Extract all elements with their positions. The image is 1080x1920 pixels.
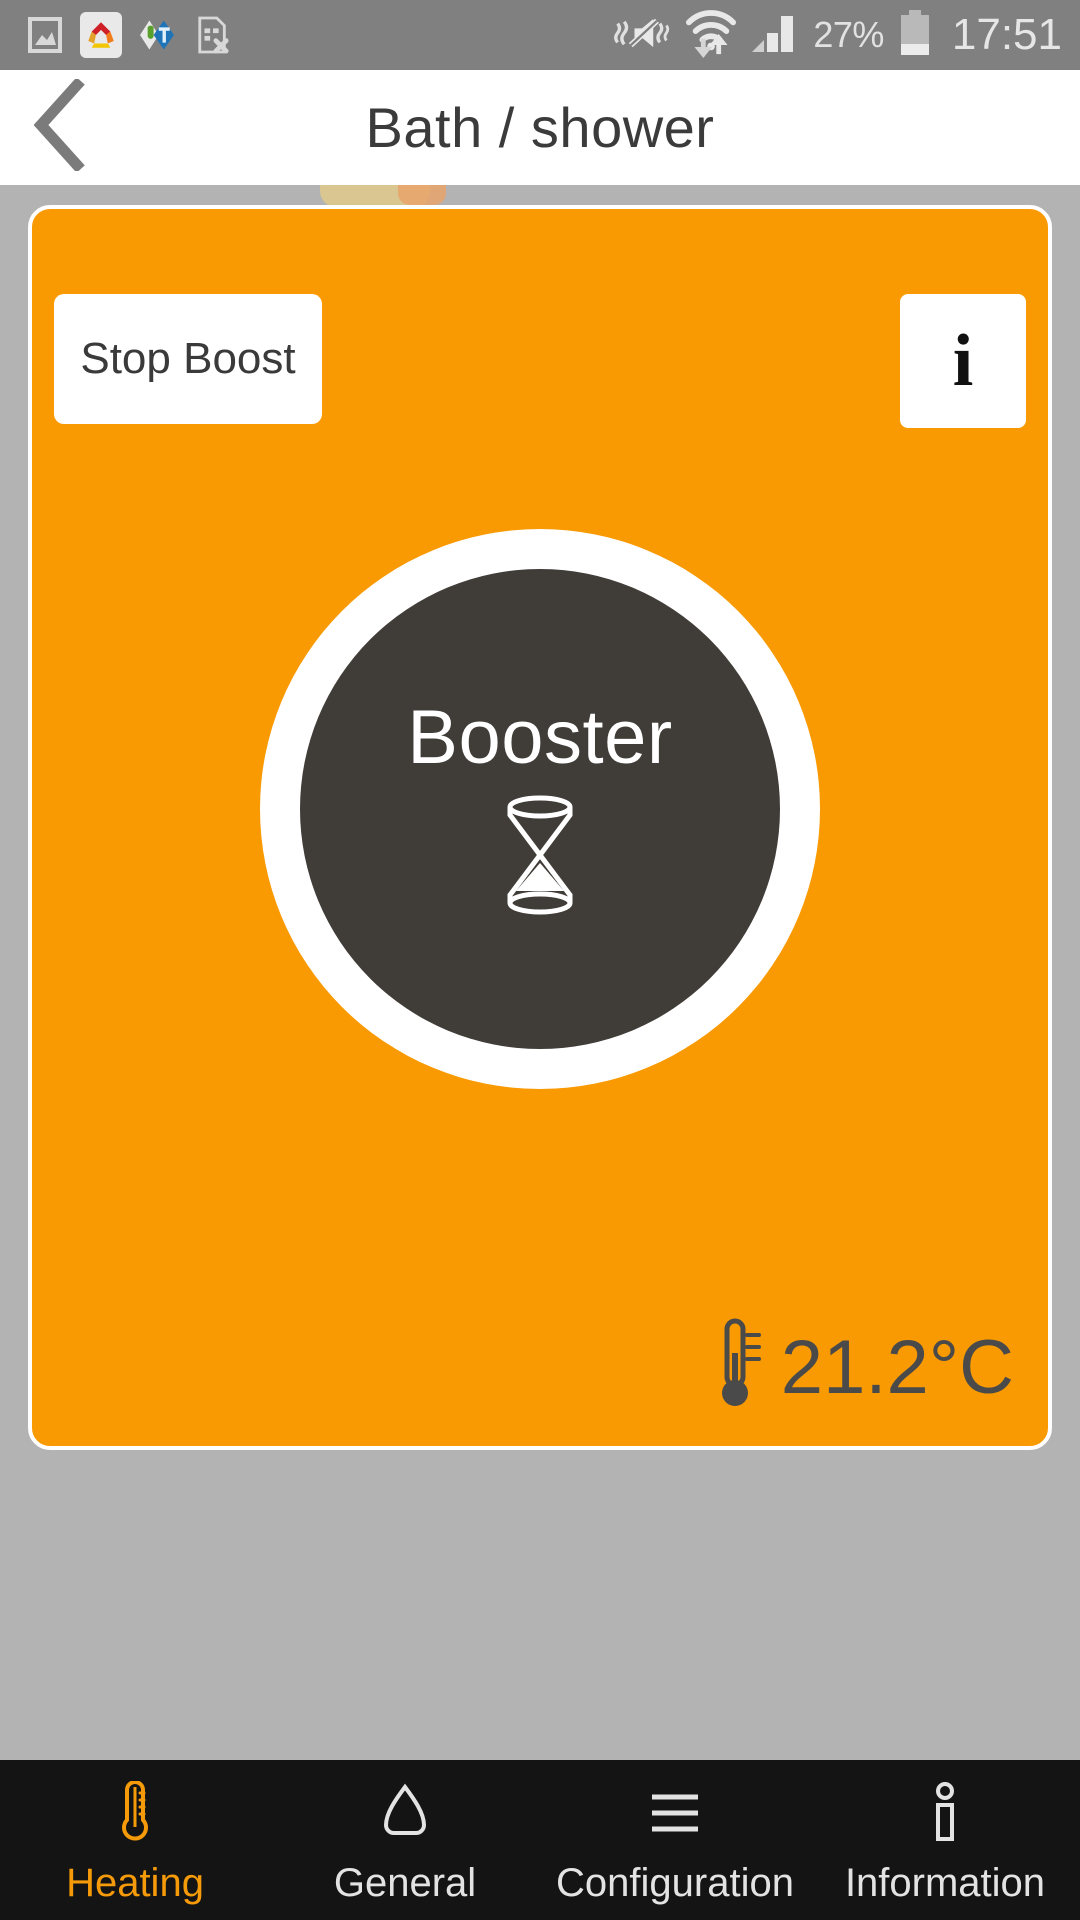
previous-card-peek-secondary bbox=[398, 185, 446, 205]
chevron-left-icon bbox=[29, 77, 91, 176]
nav-label-information: Information bbox=[844, 1860, 1046, 1905]
clock: 17:51 bbox=[951, 10, 1062, 59]
temperature-readout: 21.2°C bbox=[707, 1317, 1014, 1418]
heating-zone-card: Stop Boost i Booster 21.2°C bbox=[28, 205, 1052, 1450]
booster-label: Booster bbox=[407, 695, 673, 780]
nav-item-information[interactable]: Information bbox=[810, 1760, 1080, 1920]
battery-percentage: 27% bbox=[813, 14, 884, 55]
booster-button[interactable]: Booster bbox=[260, 529, 820, 1089]
stop-boost-label: Stop Boost bbox=[80, 334, 296, 383]
nav-item-heating[interactable]: Heating bbox=[0, 1760, 270, 1920]
back-button[interactable] bbox=[0, 70, 120, 185]
status-bar-right-icons: 27% 17:51 bbox=[612, 8, 1062, 63]
booster-core: Booster bbox=[300, 569, 780, 1049]
info-icon: i bbox=[952, 320, 974, 402]
status-bar-left-icons bbox=[24, 12, 234, 58]
total-commander-icon bbox=[136, 12, 178, 58]
page-title: Bath / shower bbox=[365, 96, 715, 159]
wifi-data-icon bbox=[685, 8, 737, 63]
status-bar: 27% 17:51 bbox=[0, 0, 1080, 70]
app-header: Bath / shower bbox=[0, 70, 1080, 185]
temperature-value: 21.2°C bbox=[780, 1325, 1014, 1410]
home-icon bbox=[374, 1781, 436, 1847]
nav-label-configuration: Configuration bbox=[556, 1860, 794, 1905]
info-icon bbox=[927, 1781, 963, 1847]
thermometer-icon bbox=[112, 1780, 158, 1847]
document-error-icon bbox=[192, 12, 234, 58]
nav-label-general: General bbox=[333, 1860, 477, 1905]
stop-boost-button[interactable]: Stop Boost bbox=[54, 294, 322, 424]
nav-item-configuration[interactable]: Configuration bbox=[540, 1760, 810, 1920]
cellular-signal-icon bbox=[750, 10, 800, 61]
battery-icon bbox=[897, 9, 933, 62]
nav-label-heating: Heating bbox=[66, 1860, 204, 1905]
thermometer-icon bbox=[707, 1317, 767, 1418]
content-area: Stop Boost i Booster 21.2°C bbox=[0, 185, 1080, 1760]
gallery-icon bbox=[24, 12, 66, 58]
nav-item-general[interactable]: General bbox=[270, 1760, 540, 1920]
hourglass-icon bbox=[492, 791, 588, 924]
mute-vibrate-icon bbox=[612, 11, 672, 60]
bottom-navigation: Heating General Configuration Informatio… bbox=[0, 1760, 1080, 1920]
home-app-icon bbox=[80, 12, 122, 58]
card-info-button[interactable]: i bbox=[900, 294, 1026, 428]
menu-lines-icon bbox=[644, 1781, 706, 1847]
